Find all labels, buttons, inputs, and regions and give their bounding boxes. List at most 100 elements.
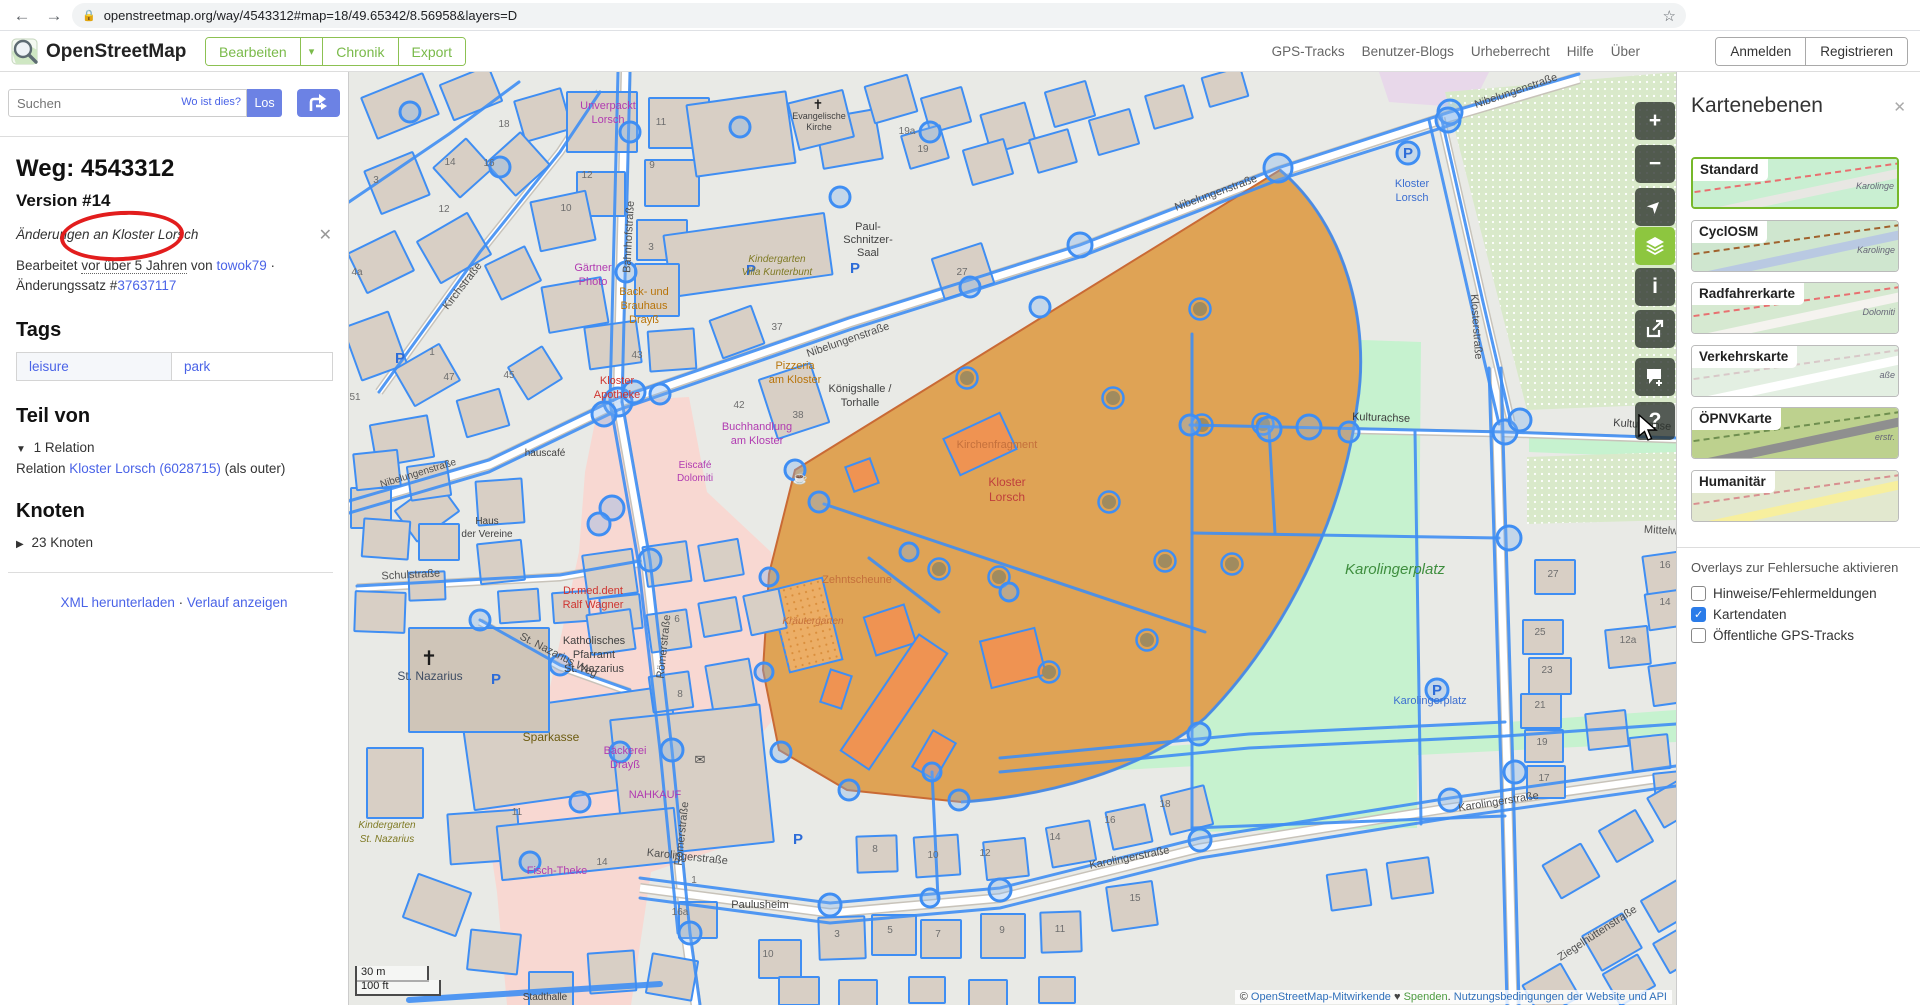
login-button[interactable]: Anmelden <box>1716 38 1806 65</box>
house-number: 1 <box>691 875 697 886</box>
building <box>1605 626 1651 668</box>
building <box>362 518 411 559</box>
layer-option-standard[interactable]: Karolinge Standard <box>1691 157 1899 209</box>
map-label: Pizzeria <box>775 360 815 372</box>
map-label: Kindergarten <box>358 820 416 831</box>
relation-link[interactable]: Kloster Lorsch (6028715) <box>69 461 221 476</box>
relation-toggle[interactable]: ▼ 1 Relation <box>16 440 332 455</box>
house-number: 37 <box>771 322 783 333</box>
map-viewport[interactable]: PPPPPPP✝✝☕✉NibelungenstraßeNibelungenstr… <box>349 72 1676 1005</box>
add-note-button[interactable] <box>1635 358 1675 396</box>
share-button[interactable] <box>1635 310 1675 348</box>
bookmark-star-icon[interactable]: ☆ <box>1663 7 1676 25</box>
sidebar-close-icon[interactable]: ✕ <box>319 225 332 245</box>
house-number: 11 <box>656 117 667 128</box>
map-label: Kulturachse <box>1352 411 1410 425</box>
house-number: 15 <box>1129 893 1141 904</box>
user-link[interactable]: towok79 <box>216 258 266 273</box>
layer-option-humanitär[interactable]: Humanitär <box>1691 470 1899 522</box>
layer-option-verkehrskarte[interactable]: aße Verkehrskarte <box>1691 345 1899 397</box>
layer-option-öpnvkarte[interactable]: erstr. ÖPNVKarte <box>1691 407 1899 459</box>
register-button[interactable]: Registrieren <box>1806 38 1907 65</box>
tree <box>1225 557 1239 571</box>
overlay-checkbox-map-data[interactable]: Kartendaten <box>1691 607 1787 622</box>
house-number: 1 <box>429 347 435 358</box>
house-number: 14 <box>596 857 608 868</box>
tree <box>1140 633 1154 647</box>
map-label: Paul- <box>855 221 881 233</box>
map-label: Königshalle / <box>829 383 893 395</box>
map-canvas[interactable]: PPPPPPP✝✝☕✉NibelungenstraßeNibelungenstr… <box>349 72 1676 1005</box>
where-is-this-link[interactable]: Wo ist dies? <box>181 96 241 108</box>
checkbox-icon[interactable] <box>1691 586 1706 601</box>
map-label: Pfarramt <box>573 649 615 661</box>
data-node <box>650 384 670 404</box>
tag-value-link[interactable]: park <box>184 359 210 374</box>
map-label: Dr.med.dent <box>563 585 623 597</box>
map-label: Saal <box>857 247 879 259</box>
export-button[interactable]: Export <box>399 38 465 65</box>
search-go-button[interactable]: Los <box>247 89 282 117</box>
building <box>1387 857 1434 898</box>
zoom-in-button[interactable]: + <box>1635 102 1675 140</box>
building <box>839 980 877 1005</box>
legend-button[interactable]: i <box>1635 268 1675 306</box>
locate-button[interactable]: ➤ <box>1635 188 1675 226</box>
layer-name: Humanitär <box>1692 471 1775 493</box>
map-attribution: © OpenStreetMap-Mitwirkende ♥ Spenden. N… <box>1235 990 1672 1004</box>
nav-copyright[interactable]: Urheberrecht <box>1471 44 1550 59</box>
map-label: Fisch-Theke <box>527 865 588 877</box>
map-label: Sparkasse <box>523 730 580 744</box>
layer-option-radfahrerkarte[interactable]: Dolomiti Radfahrerkarte <box>1691 282 1899 334</box>
lock-icon: 🔒 <box>82 9 96 22</box>
download-xml-link[interactable]: XML herunterladen <box>61 595 175 610</box>
back-icon[interactable]: ← <box>10 4 34 28</box>
query-button[interactable]: ? <box>1635 402 1675 440</box>
map-label: am Kloster <box>769 374 822 386</box>
forward-icon[interactable]: → <box>42 4 66 28</box>
contributors-link[interactable]: OpenStreetMap-Mitwirkende <box>1251 991 1391 1003</box>
building <box>698 597 741 637</box>
checkbox-icon[interactable] <box>1691 628 1706 643</box>
donate-link[interactable]: Spenden <box>1404 991 1448 1003</box>
tag-key-link[interactable]: leisure <box>29 359 69 374</box>
layer-option-cyclosm[interactable]: Karolinge CyclOSM <box>1691 220 1899 272</box>
layers-button[interactable] <box>1635 227 1675 265</box>
zoom-out-button[interactable]: − <box>1635 145 1675 183</box>
overlay-checkbox-notes[interactable]: Hinweise/Fehlermeldungen <box>1691 586 1877 601</box>
nav-gps-tracks[interactable]: GPS-Tracks <box>1272 44 1345 59</box>
building <box>354 591 405 633</box>
nav-help[interactable]: Hilfe <box>1567 44 1594 59</box>
house-number: 16a <box>672 907 689 918</box>
layer-name: Radfahrerkarte <box>1692 283 1804 305</box>
tree <box>1158 554 1172 568</box>
checkbox-icon[interactable] <box>1691 607 1706 622</box>
data-node <box>923 763 941 781</box>
view-history-link[interactable]: Verlauf anzeigen <box>187 595 288 610</box>
data-node <box>819 894 841 916</box>
terms-link[interactable]: Nutzungsbedingungen der Website und API <box>1454 991 1667 1003</box>
table-row: leisure park <box>17 353 333 381</box>
overlay-checkbox-gps[interactable]: Öffentliche GPS-Tracks <box>1691 628 1854 643</box>
map-label: Photo <box>579 276 608 288</box>
osm-logo-icon[interactable] <box>10 36 40 71</box>
tree <box>992 570 1006 584</box>
edit-button[interactable]: Bearbeiten <box>206 38 301 65</box>
layers-panel-close-icon[interactable]: ✕ <box>1893 98 1906 116</box>
changeset-link[interactable]: 37637117 <box>117 278 176 293</box>
url-text[interactable]: openstreetmap.org/way/4543312#map=18/49.… <box>104 8 1663 23</box>
edit-dropdown-caret[interactable]: ▾ <box>301 38 324 65</box>
building <box>1105 804 1152 849</box>
house-number: 6 <box>674 614 680 625</box>
nav-about[interactable]: Über <box>1611 44 1640 59</box>
building <box>969 980 1007 1005</box>
history-button[interactable]: Chronik <box>323 38 398 65</box>
nodes-toggle[interactable]: ▶ 23 Knoten <box>16 535 332 550</box>
nav-user-blogs[interactable]: Benutzer-Blogs <box>1362 44 1454 59</box>
url-bar[interactable]: 🔒 openstreetmap.org/way/4543312#map=18/4… <box>72 3 1686 28</box>
house-number: 16 <box>1104 815 1116 826</box>
tree <box>1042 665 1056 679</box>
directions-button[interactable] <box>297 89 340 117</box>
building <box>1642 552 1676 597</box>
site-title[interactable]: OpenStreetMap <box>46 41 186 63</box>
